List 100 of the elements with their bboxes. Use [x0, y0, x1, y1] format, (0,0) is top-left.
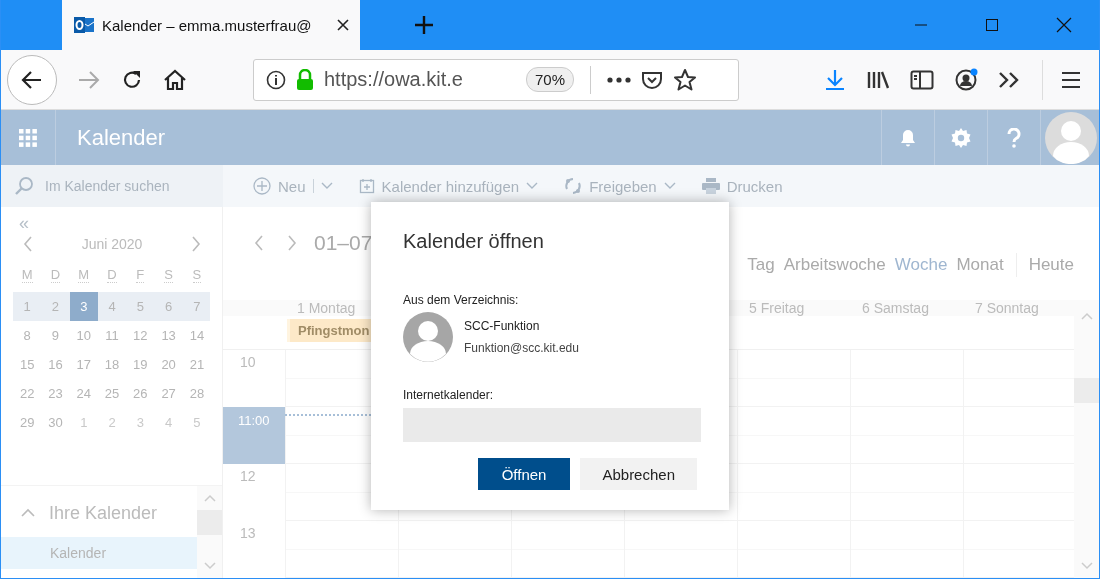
day-cell[interactable]: 20 — [154, 350, 183, 379]
day-cell[interactable]: 4 — [97, 292, 127, 321]
day-cell[interactable]: 25 — [97, 379, 127, 408]
day-cell[interactable]: 7 — [182, 292, 212, 321]
home-icon[interactable] — [163, 68, 187, 91]
previous-month-icon[interactable] — [23, 236, 33, 252]
menu-icon[interactable] — [1061, 70, 1081, 89]
sidebar-icon[interactable] — [910, 69, 934, 90]
scroll-down-icon[interactable] — [203, 562, 216, 570]
overflow-icon[interactable] — [998, 70, 1020, 89]
calendars-section-header[interactable]: Ihre Kalender — [1, 496, 197, 530]
tab-close-icon[interactable] — [336, 18, 350, 32]
reload-icon[interactable] — [121, 68, 143, 91]
day-cell[interactable]: 1 — [13, 292, 42, 321]
day-cell[interactable]: 8 — [13, 321, 42, 350]
toolbar-button[interactable]: Neu — [253, 177, 333, 195]
star-icon[interactable] — [673, 67, 698, 92]
day-cell[interactable]: 17 — [69, 350, 98, 379]
search-field[interactable]: Im Kalender suchen — [1, 165, 223, 207]
day-header[interactable]: 6 Samstag — [850, 300, 963, 317]
pocket-icon[interactable] — [641, 69, 664, 90]
time-slot[interactable] — [285, 521, 398, 578]
day-cell[interactable]: 23 — [41, 379, 70, 408]
new-tab-icon[interactable] — [414, 15, 434, 35]
time-slot[interactable] — [511, 521, 624, 578]
chevron-down-icon — [320, 182, 333, 190]
day-cell[interactable]: 24 — [69, 379, 98, 408]
time-slot[interactable] — [963, 521, 1074, 578]
next-week-icon[interactable] — [287, 235, 297, 251]
toolbar-button[interactable]: Kalender hinzufügen — [358, 177, 539, 195]
view-tab[interactable]: Monat — [956, 254, 1004, 275]
download-icon[interactable] — [824, 68, 846, 91]
day-cell[interactable]: 22 — [13, 379, 42, 408]
day-cell[interactable]: 3 — [69, 292, 98, 321]
time-slot[interactable] — [737, 350, 850, 407]
info-icon[interactable] — [266, 69, 286, 90]
day-cell[interactable]: 2 — [41, 292, 70, 321]
more-icon[interactable] — [607, 76, 632, 83]
day-cell[interactable]: 19 — [126, 350, 155, 379]
day-cell[interactable]: 18 — [97, 350, 127, 379]
toolbar-button[interactable]: Drucken — [701, 177, 783, 195]
library-icon[interactable] — [866, 69, 890, 90]
scrollbar[interactable] — [1074, 300, 1099, 578]
day-cell[interactable]: 26 — [126, 379, 155, 408]
scrollbar[interactable] — [197, 486, 222, 578]
next-month-icon[interactable] — [191, 236, 201, 252]
day-header[interactable]: 7 Sonntag — [963, 300, 1074, 317]
view-tab[interactable]: Tag — [747, 254, 775, 275]
day-cell[interactable]: 10 — [69, 321, 98, 350]
day-cell[interactable]: 28 — [182, 379, 212, 408]
browser-tab[interactable]: Kalender – emma.musterfrau@ — [62, 0, 360, 50]
day-cell[interactable]: 12 — [126, 321, 155, 350]
toolbar-button[interactable]: Freigeben — [564, 177, 676, 195]
time-slot[interactable] — [737, 407, 850, 464]
day-cell[interactable]: 6 — [154, 292, 183, 321]
time-slot[interactable] — [624, 521, 737, 578]
previous-week-icon[interactable] — [254, 235, 264, 251]
avatar — [403, 312, 453, 362]
secondary-button[interactable]: Abbrechen — [580, 458, 697, 490]
day-cell[interactable]: 21 — [182, 350, 212, 379]
day-header[interactable]: 5 Freitag — [737, 300, 850, 317]
day-cell[interactable]: 16 — [41, 350, 70, 379]
scroll-up-icon[interactable] — [1080, 312, 1093, 320]
time-slot[interactable] — [737, 464, 850, 521]
calendar-item[interactable]: Kalender — [1, 537, 197, 569]
day-cell[interactable]: 9 — [41, 321, 70, 350]
day-cell[interactable]: 14 — [182, 321, 212, 350]
address-bar[interactable]: https://owa.kit.e 70% — [253, 58, 739, 101]
day-cell[interactable]: 15 — [13, 350, 42, 379]
time-slot[interactable] — [398, 521, 511, 578]
avatar[interactable] — [1045, 111, 1097, 164]
day-cell[interactable]: 27 — [154, 379, 183, 408]
back-button[interactable] — [7, 54, 57, 105]
lock-icon — [296, 68, 314, 91]
weekday-label: M — [78, 266, 90, 283]
account-icon[interactable] — [954, 67, 978, 92]
scrollbar-thumb[interactable] — [1074, 378, 1099, 403]
time-slot[interactable] — [850, 521, 963, 578]
maximize-icon[interactable] — [985, 18, 999, 32]
day-cell[interactable]: 29 — [13, 408, 42, 437]
hour-label: 11:00 — [223, 407, 285, 464]
day-cell[interactable]: 5 — [126, 292, 155, 321]
weekday-label: M — [21, 266, 33, 283]
day-cell[interactable]: 11 — [97, 321, 127, 350]
scroll-down-icon[interactable] — [1080, 562, 1093, 570]
weekday-label: D — [50, 266, 61, 283]
forward-icon[interactable] — [77, 69, 101, 90]
collapse-button[interactable]: « — [19, 215, 29, 231]
chevron-down-icon — [663, 182, 676, 190]
zoom-level[interactable]: 70% — [526, 67, 575, 92]
back-icon — [21, 69, 43, 90]
view-tab[interactable]: Arbeitswoche — [783, 254, 886, 275]
close-icon[interactable] — [1056, 17, 1072, 33]
view-tab[interactable]: Woche — [894, 254, 948, 275]
day-cell[interactable]: 13 — [154, 321, 183, 350]
primary-button[interactable]: Öffnen — [477, 458, 571, 490]
day-cell[interactable]: 30 — [41, 408, 70, 437]
time-slot[interactable] — [737, 521, 850, 578]
today-button[interactable]: Heute — [1028, 254, 1074, 275]
scroll-up-icon[interactable] — [203, 494, 216, 502]
